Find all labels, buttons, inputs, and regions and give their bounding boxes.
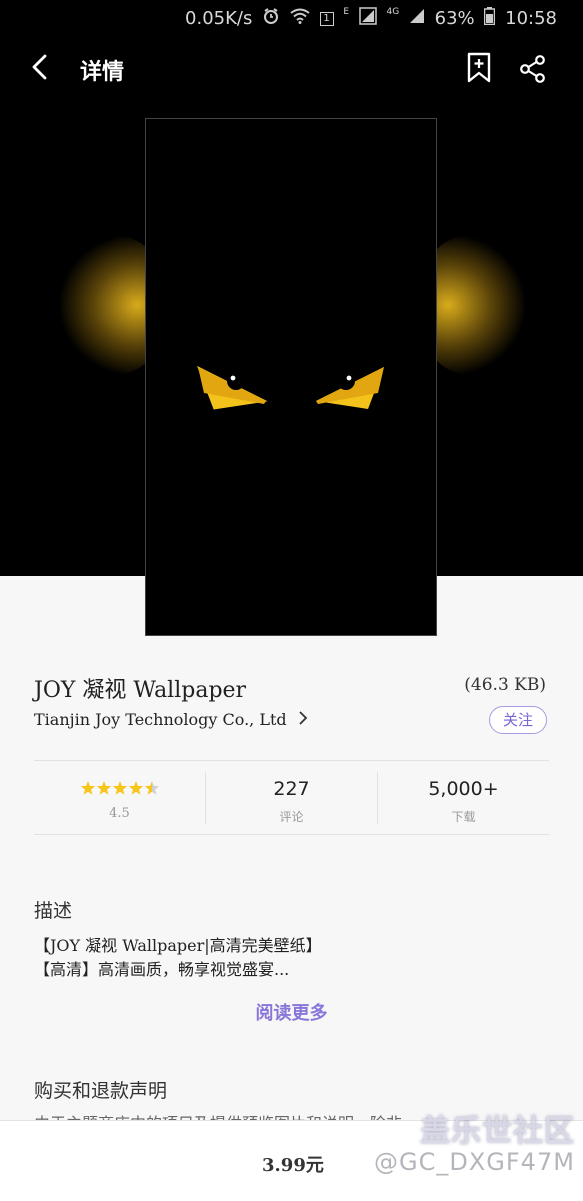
wallpaper-preview[interactable] [145, 118, 437, 636]
status-bar: 0.05K/s 1 E 4G 63% 10:58 [0, 0, 583, 36]
description-heading: 描述 [34, 900, 73, 922]
battery-percent: 63% [434, 8, 475, 29]
stats-row: 4.5 227 评论 5,000+ 下载 [34, 770, 549, 826]
share-button[interactable] [518, 54, 548, 84]
app-size: (46.3 KB) [464, 675, 546, 695]
rating-stat: 4.5 [34, 770, 205, 826]
divider [34, 760, 549, 761]
watermark-handle: @GC_DXGF47M [374, 1148, 575, 1176]
share-icon [520, 55, 545, 83]
buy-price-button[interactable]: 3.99元 [262, 1151, 324, 1177]
star-icon [80, 781, 95, 795]
network-speed: 0.05K/s [185, 8, 253, 29]
lte-label: 4G [386, 7, 400, 17]
rating-value: 4.5 [109, 806, 130, 821]
bookmark-button[interactable] [466, 52, 492, 84]
star-icon [96, 781, 111, 795]
follow-button[interactable]: 关注 [489, 706, 547, 734]
sim-icon: 1 [319, 11, 334, 26]
angry-eyes-artwork [197, 365, 384, 410]
app-name: JOY 凝视 Wallpaper [34, 678, 247, 703]
page-title: 详情 [80, 60, 125, 85]
reviews-stat[interactable]: 227 评论 [206, 770, 377, 826]
divider [34, 834, 549, 835]
battery-icon [484, 7, 496, 30]
signal-icon [358, 7, 377, 30]
watermark-title: 盖乐世社区 [420, 1114, 575, 1149]
downloads-label: 下载 [451, 810, 476, 824]
star-icon [112, 781, 127, 795]
downloads-count: 5,000+ [428, 778, 499, 800]
description-line: 【高清】高清画质，畅享视觉盛宴... [34, 960, 290, 979]
developer-name: Tianjin Joy Technology Co., Ltd [34, 710, 287, 729]
star-icon [128, 781, 143, 795]
chevron-right-icon [298, 710, 308, 729]
star-icon [144, 781, 159, 795]
back-arrow-icon [32, 54, 47, 80]
reviews-label: 评论 [279, 810, 304, 824]
developer-link[interactable]: Tianjin Joy Technology Co., Ltd [34, 710, 308, 729]
downloads-stat: 5,000+ 下载 [378, 770, 549, 826]
edge-label: E [343, 7, 349, 17]
clock: 10:58 [505, 8, 557, 29]
wifi-icon [290, 8, 310, 29]
reviews-count: 227 [273, 778, 310, 800]
signal-icon [409, 8, 425, 29]
alarm-icon [262, 7, 280, 30]
bookmark-add-icon [467, 52, 491, 83]
top-app-bar: 详情 [0, 40, 583, 96]
rating-stars [34, 780, 205, 798]
description-line: 【JOY 凝视 Wallpaper|高清完美壁纸】 [34, 936, 322, 955]
refund-heading: 购买和退款声明 [34, 1080, 168, 1102]
back-button[interactable] [26, 52, 56, 82]
read-more-button[interactable]: 阅读更多 [0, 999, 583, 1025]
